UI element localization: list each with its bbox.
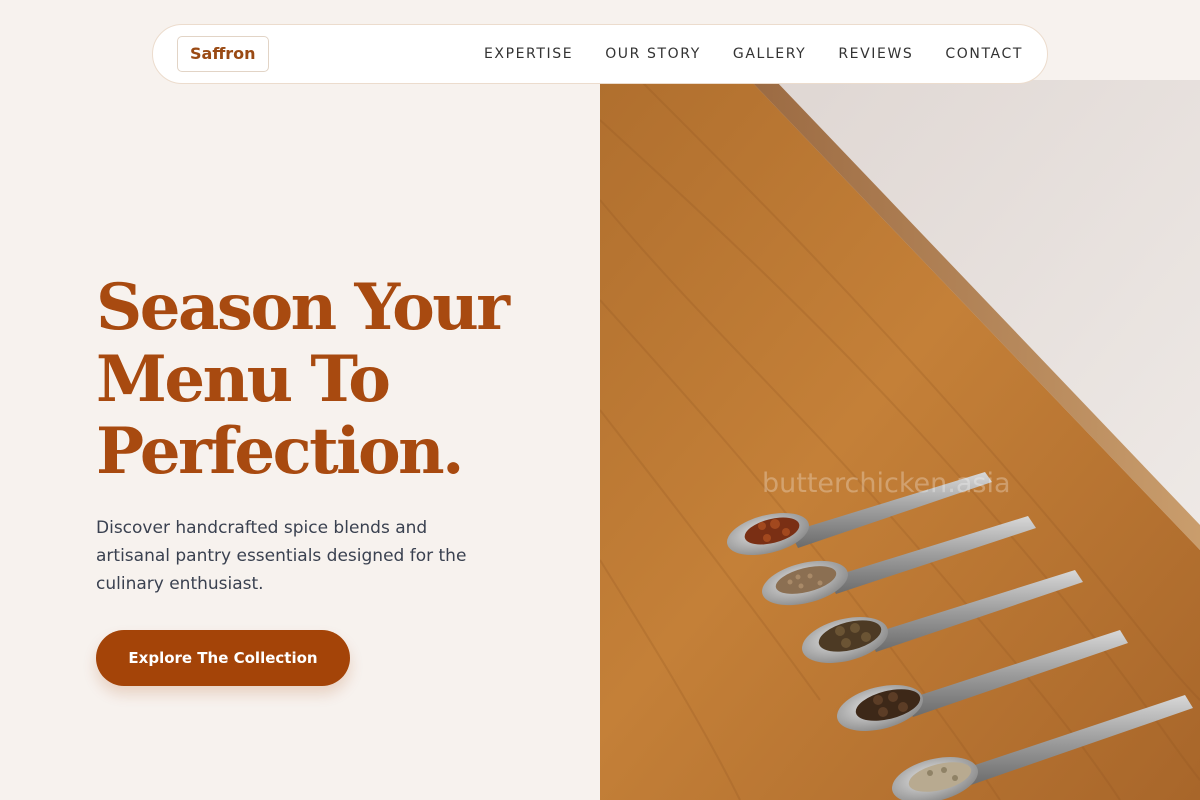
hero-subtitle: Discover handcrafted spice blends and ar… xyxy=(96,518,467,594)
hero-title-line-3: Perfection. xyxy=(96,414,464,489)
top-navigation-bar: Saffron EXPERTISE OUR STORY GALLERY REVI… xyxy=(152,24,1048,84)
nav-link-our-story[interactable]: OUR STORY xyxy=(605,46,701,62)
image-watermark: butterchicken.asia xyxy=(762,468,1011,499)
nav-link-reviews[interactable]: REVIEWS xyxy=(838,46,913,62)
nav-link-contact[interactable]: CONTACT xyxy=(945,46,1023,62)
main-menu: EXPERTISE OUR STORY GALLERY REVIEWS CONT… xyxy=(452,46,1023,62)
spice-spoons-illustration xyxy=(600,80,1200,800)
hero-title-line-1: Season Your xyxy=(96,270,510,345)
hero-photo-spice-spoons: butterchicken.asia xyxy=(600,80,1200,800)
hero-title-line-2: Menu To xyxy=(96,342,391,417)
nav-link-gallery[interactable]: GALLERY xyxy=(733,46,806,62)
hero-title: Season Your Menu To Perfection. xyxy=(96,272,576,488)
explore-collection-button[interactable]: Explore The Collection xyxy=(96,630,350,686)
brand-logo[interactable]: Saffron xyxy=(177,36,269,72)
nav-link-expertise[interactable]: EXPERTISE xyxy=(484,46,573,62)
